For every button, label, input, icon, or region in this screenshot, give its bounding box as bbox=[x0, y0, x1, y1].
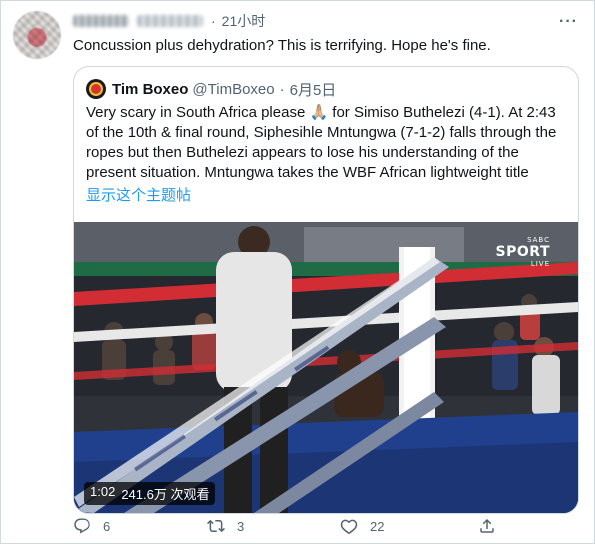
heart-icon bbox=[340, 519, 358, 535]
separator-dot: · bbox=[211, 13, 216, 29]
tweet-time[interactable]: 21小时 bbox=[222, 11, 266, 31]
quoted-tweet-text: Very scary in South Africa please 🙏🏼 for… bbox=[86, 104, 557, 181]
show-thread-link[interactable]: 显示这个主题帖 bbox=[86, 186, 191, 206]
quoted-tweet[interactable]: Tim Boxeo @TimBoxeo · 6月5日 Very scary in… bbox=[73, 66, 579, 514]
retweet-icon bbox=[207, 519, 225, 533]
video-info-badge: 1:02 241.6万 次观看 bbox=[84, 482, 216, 505]
tweet-text: Concussion plus dehydration? This is ter… bbox=[73, 37, 491, 54]
broadcaster-logo-top: SABC bbox=[527, 236, 550, 244]
reply-button[interactable]: 6 bbox=[73, 517, 110, 535]
retweet-button[interactable]: 3 bbox=[207, 517, 244, 535]
tweet-header: · 21小时 bbox=[73, 11, 265, 31]
like-button[interactable]: 22 bbox=[340, 517, 384, 535]
reply-count: 6 bbox=[103, 518, 111, 534]
broadcaster-logo-live: LIVE bbox=[530, 260, 550, 268]
video-views: 241.6万 次观看 bbox=[121, 487, 210, 502]
avatar[interactable] bbox=[13, 11, 61, 59]
video-player[interactable]: SABC SPORT LIVE 1:02 241.6万 次观看 bbox=[74, 222, 578, 513]
share-icon bbox=[480, 518, 494, 533]
retweet-count: 3 bbox=[237, 518, 245, 534]
separator-dot: · bbox=[279, 80, 285, 98]
broadcaster-logo-main: SPORT bbox=[495, 244, 550, 260]
broadcaster-logo: SABC SPORT LIVE bbox=[496, 236, 550, 268]
tweet-actions: 6 3 22 bbox=[73, 513, 498, 543]
reply-icon bbox=[74, 518, 90, 534]
video-duration: 1:02 bbox=[90, 484, 116, 499]
share-button[interactable] bbox=[478, 517, 508, 535]
more-horizontal-icon[interactable]: ··· bbox=[559, 13, 578, 31]
quoted-date[interactable]: 6月5日 bbox=[290, 79, 337, 100]
quoted-author-handle[interactable]: @TimBoxeo bbox=[192, 81, 274, 98]
quoted-author-name[interactable]: Tim Boxeo bbox=[112, 81, 188, 98]
author-name-blurred[interactable] bbox=[73, 15, 129, 27]
author-handle-blurred[interactable] bbox=[137, 15, 203, 27]
quoted-avatar[interactable] bbox=[86, 79, 106, 99]
like-count: 22 bbox=[370, 518, 385, 534]
quoted-tweet-header: Tim Boxeo @TimBoxeo · 6月5日 bbox=[86, 79, 336, 99]
tweet-card[interactable]: · 21小时 ··· Concussion plus dehydration? … bbox=[0, 0, 595, 544]
